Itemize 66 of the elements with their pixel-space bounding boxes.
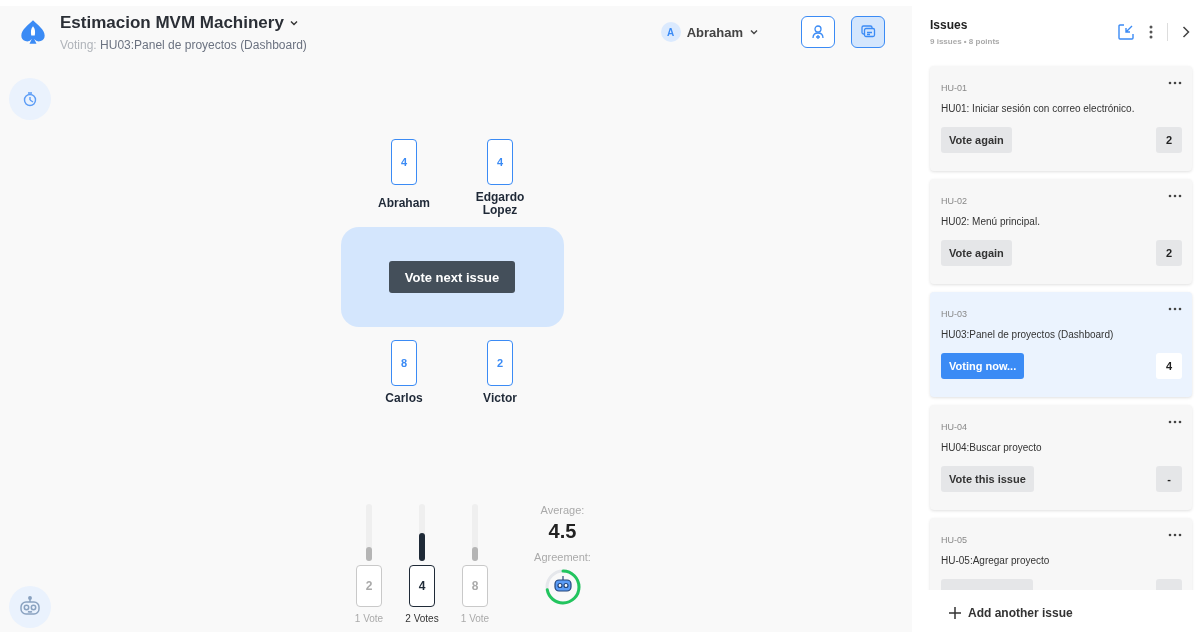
voting-issue: HU03:Panel de proyectos (Dashboard) <box>100 37 307 52</box>
add-user-icon <box>810 24 826 40</box>
issue-card[interactable]: HU-02 HU02: Menú principal. Vote again 2 <box>930 179 1192 284</box>
robot-icon <box>18 596 42 618</box>
timer-icon <box>22 91 38 107</box>
more-icon[interactable] <box>1168 194 1182 198</box>
more-icon[interactable] <box>1168 307 1182 311</box>
issue-key: HU-05 <box>941 535 1182 545</box>
result-card: 8 <box>462 565 488 607</box>
story-points: - <box>1156 466 1182 492</box>
player-card: 2 <box>487 340 513 386</box>
issue-title: HU04:Buscar proyecto <box>941 442 1043 453</box>
vote-button[interactable]: Vote again <box>941 240 1012 266</box>
user-avatar: A <box>660 22 681 42</box>
issue-title: HU-05:Agregar proyecto <box>941 555 1051 566</box>
story-points: 4 <box>1156 353 1182 379</box>
plus-icon <box>948 606 962 620</box>
logo-icon <box>19 18 47 46</box>
agreement-ring <box>543 568 582 606</box>
average-label: Average: <box>540 504 585 516</box>
issue-key: HU-04 <box>941 422 1182 432</box>
result-card: 2 <box>356 565 382 607</box>
cards-icon <box>860 24 876 40</box>
issue-title: HU01: Iniciar sesión con correo electrónico. <box>941 103 1136 114</box>
chevron-right-icon[interactable] <box>1182 25 1190 39</box>
agreement-label: Agreement: <box>534 551 591 563</box>
user-menu[interactable]: A Abraham <box>660 22 759 42</box>
issues-title: Issues <box>930 18 969 32</box>
issue-card[interactable]: HU-03 HU03:Panel de proyectos (Dashboard) Voting now... 4 <box>930 292 1192 397</box>
player-name: Edgardo Lopez <box>474 191 526 217</box>
issue-card[interactable]: HU-05 HU-05:Agregar proyecto <box>930 518 1192 590</box>
more-icon[interactable] <box>1168 81 1182 85</box>
story-points: 2 <box>1156 127 1182 153</box>
average-value: 4.5 <box>548 520 577 543</box>
chevron-down-icon <box>749 27 759 37</box>
player-card: 4 <box>391 139 417 185</box>
issue-title: HU02: Menú principal. <box>941 216 1041 227</box>
player-name: Carlos <box>385 392 423 405</box>
vote-button[interactable]: Vote again <box>941 127 1012 153</box>
issue-key: HU-03 <box>941 309 1182 319</box>
issues-summary: 9 issues • 8 points <box>930 37 1000 46</box>
result-card: 4 <box>409 565 435 607</box>
add-issue-button[interactable]: Add another issue <box>948 606 1073 620</box>
player-card: 8 <box>391 340 417 386</box>
cards-button[interactable] <box>851 16 885 48</box>
issue-key: HU-02 <box>941 196 1182 206</box>
vote-next-button[interactable]: Vote next issue <box>389 261 515 293</box>
more-icon[interactable] <box>1168 420 1182 424</box>
more-vertical-icon[interactable] <box>1149 25 1153 39</box>
vote-count: 1 Vote <box>460 613 490 624</box>
voting-label: Voting: <box>60 37 97 52</box>
story-points: 2 <box>1156 240 1182 266</box>
issue-title: HU03:Panel de proyectos (Dashboard) <box>941 329 1115 340</box>
vote-count: 1 Vote <box>354 613 384 624</box>
more-icon[interactable] <box>1168 533 1182 537</box>
player-name: Abraham <box>378 197 430 210</box>
issue-card[interactable]: HU-01 HU01: Iniciar sesión con correo electrónico. Vote again 2 <box>930 66 1192 171</box>
issue-key: HU-01 <box>941 83 1182 93</box>
player-name: Victor <box>483 392 517 405</box>
issue-card[interactable]: HU-04 HU04:Buscar proyecto Vote this issue - <box>930 405 1192 510</box>
invite-button[interactable] <box>801 16 835 48</box>
vote-button[interactable]: Vote this issue <box>941 466 1034 492</box>
vote-count: 2 Votes <box>405 613 439 624</box>
player-card: 4 <box>487 139 513 185</box>
import-icon[interactable] <box>1117 23 1135 41</box>
project-title[interactable]: Estimacion MVM Machinery <box>60 12 307 33</box>
